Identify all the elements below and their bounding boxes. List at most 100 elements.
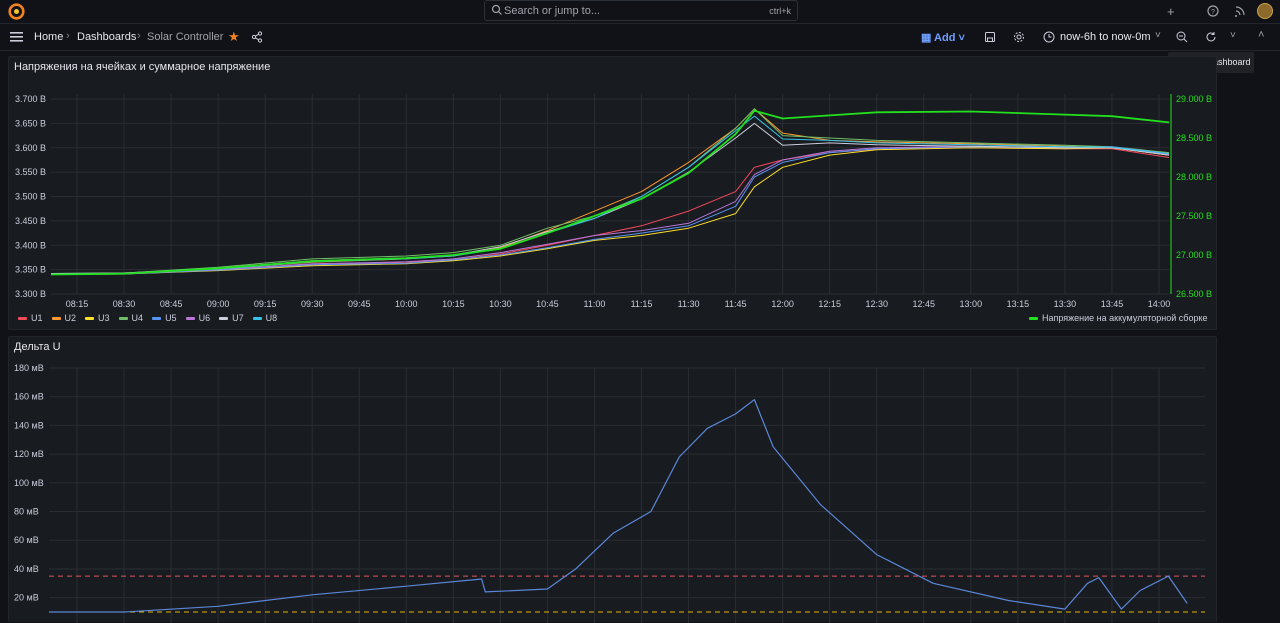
panel-delta-u: Дельта U 20 мВ 40 мВ 60 мВ 80 мВ 100 мВ 120 м… [8,336,1217,623]
y-tick-label: 140 мВ [14,420,44,430]
collapse-chevron-icon[interactable]: ˄ [1258,29,1264,41]
series-line-u4 [50,108,1170,274]
x-tick-label: 12:30 [865,299,888,309]
x-tick-label: 11:00 [584,299,606,309]
legend-label: U7 [232,313,244,323]
y-tick-label: 120 мВ [14,449,44,459]
top-bar: Search or jump to... ctrl+k + ? [0,0,1280,24]
y-tick-label: 3.500 В [15,192,46,202]
refresh-interval-chevron-icon[interactable]: ˅ [1230,30,1236,41]
legend-item-u5[interactable]: U5 [152,313,177,323]
x-tick-label: 10:15 [442,299,465,309]
legend-label: U3 [98,313,110,323]
x-tick-label: 12:15 [818,299,841,309]
breadcrumb-separator: › [137,30,141,42]
breadcrumb-separator: › [66,30,70,42]
x-tick-label: 10:30 [489,299,512,309]
x-tick-label: 10:45 [536,299,559,309]
zoom-out-icon[interactable] [1176,31,1188,43]
save-icon[interactable] [984,31,996,43]
breadcrumb-dashboards[interactable]: Dashboards [77,31,136,43]
y2-tick-label: 28.000 В [1176,172,1212,182]
legend-swatch [118,317,128,321]
y-tick-label: 3.350 В [15,265,46,275]
y-tick-label: 160 мВ [14,392,44,402]
legend-label: U4 [131,313,144,323]
legend-swatch [252,317,262,321]
series-line-u8 [50,115,1170,275]
legend-item-u8[interactable]: U8 [252,313,278,323]
legend-swatch [85,317,95,321]
x-tick-label: 13:15 [1007,299,1030,309]
legend-swatch [51,317,61,321]
grafana-logo-icon[interactable] [8,3,25,20]
star-icon[interactable]: ★ [228,29,240,45]
legend-item-u2[interactable]: U2 [51,313,77,323]
x-tick-label: 08:45 [160,299,183,309]
clock-icon [1043,31,1055,43]
legend-cells: U1 U2 U3 U4 U5 U6 U7 U8 [18,313,286,323]
delta-u-chart: 20 мВ 40 мВ 60 мВ 80 мВ 100 мВ 120 мВ 140 мВ 16… [14,363,1205,623]
settings-gear-icon[interactable] [1013,31,1025,43]
legend-swatch [185,317,195,321]
add-label: Add [934,32,956,44]
refresh-icon[interactable] [1205,31,1217,43]
legend-item-u1[interactable]: U1 [18,313,43,323]
time-range-chevron-icon[interactable]: ˅ [1155,30,1161,41]
x-tick-label: 09:15 [254,299,277,309]
legend-item-battery[interactable]: Напряжение на аккумуляторной сборке [1029,313,1208,323]
series-line-u2 [50,108,1170,275]
search-icon [491,4,502,15]
legend-label: U6 [198,313,211,323]
x-tick-label: 09:00 [207,299,230,309]
svg-text:?: ? [1211,9,1215,16]
legend-item-u6[interactable]: U6 [185,313,211,323]
breadcrumb-home[interactable]: Home [34,31,63,43]
y-tick-label: 3.450 В [15,216,46,226]
x-tick-label: 11:45 [725,299,747,309]
y-tick-label: 80 мВ [14,507,39,517]
user-avatar[interactable] [1257,3,1273,19]
legend-swatch [1029,317,1038,321]
legend-label: U5 [165,313,177,323]
share-icon[interactable] [251,31,263,43]
x-tick-label: 10:00 [395,299,418,309]
y-tick-label: 3.600 В [15,143,46,153]
plus-icon[interactable]: + [1167,4,1175,19]
legend-label: U2 [64,313,77,323]
legend-swatch [219,317,229,321]
search-bar[interactable]: Search or jump to... ctrl+k [484,0,798,21]
series-line-battery [50,109,1170,276]
legend-label: Напряжение на аккумуляторной сборке [1042,313,1208,323]
x-tick-label: 13:00 [960,299,983,309]
time-range-picker[interactable]: now-6h to now-0m [1060,31,1151,43]
y-tick-label: 3.300 В [15,289,46,299]
menu-icon[interactable] [10,32,23,42]
y-tick-label: 100 мВ [14,478,44,488]
y2-tick-label: 29.000 В [1176,94,1212,104]
add-button[interactable]: ▦ Add ˅ [921,31,965,44]
help-icon[interactable]: ? [1207,5,1219,17]
x-tick-label: 11:30 [678,299,700,309]
x-tick-label: 13:30 [1054,299,1077,309]
x-tick-label: 11:15 [631,299,653,309]
legend-item-u7[interactable]: U7 [219,313,244,323]
dashboard-navbar: Home › Dashboards › Solar Controller ★ ▦… [0,25,1280,51]
legend-item-u4[interactable]: U4 [118,313,144,323]
add-panel-icon: ▦ [921,32,935,44]
x-tick-label: 09:45 [348,299,371,309]
y2-tick-label: 26.500 В [1176,289,1212,299]
y-tick-label: 40 мВ [14,564,39,574]
y-tick-label: 3.700 В [15,94,46,104]
x-tick-label: 08:15 [66,299,89,309]
legend-swatch [152,317,162,321]
legend-item-u3[interactable]: U3 [85,313,110,323]
chevron-down-icon: ˅ [955,32,965,44]
x-tick-label: 14:00 [1148,299,1171,309]
search-placeholder: Search or jump to... [504,5,600,17]
rss-icon[interactable] [1234,5,1246,17]
panel-cell-voltages: Напряжения на ячейках и суммарное напряж… [8,56,1217,330]
search-shortcut: ctrl+k [769,6,791,16]
legend-label: U8 [265,313,278,323]
x-tick-label: 12:45 [913,299,936,309]
